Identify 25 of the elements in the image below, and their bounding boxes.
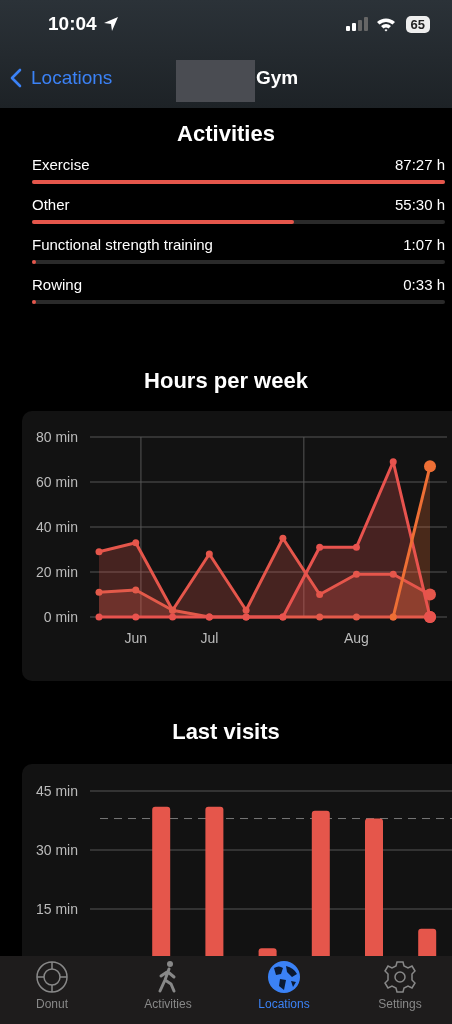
activity-name: Rowing [32,276,83,293]
activity-name: Other [32,196,70,213]
x-tick-label: Jul [200,630,219,646]
battery-indicator: 65 [405,15,430,33]
status-time: 10:04 [48,13,97,35]
y-tick-label: 0 min [43,609,78,625]
activity-duration: 0:33 h [403,276,445,293]
activity-name: Functional strength training [32,236,213,253]
section-title: Last visits [171,719,281,745]
x-tick-label: Aug [344,630,369,646]
y-tick-label: 15 min [35,901,78,917]
x-tick-label: Jun [124,630,148,646]
y-tick-label: 60 min [35,474,78,490]
activity-name: Exercise [32,156,90,173]
activity-duration: 55:30 h [394,196,445,213]
nav-title: Gym [256,67,299,89]
y-tick-label: 20 min [35,564,78,580]
section-title: Activities [176,121,276,147]
y-tick-label: 80 min [35,429,78,445]
activity-duration: 1:07 h [403,236,445,253]
y-tick-label: 40 min [35,519,78,535]
activity-duration: 87:27 h [394,156,445,173]
y-tick-label: 45 min [35,783,78,799]
y-tick-label: 30 min [35,842,78,858]
section-title: Hours per week [143,368,309,394]
